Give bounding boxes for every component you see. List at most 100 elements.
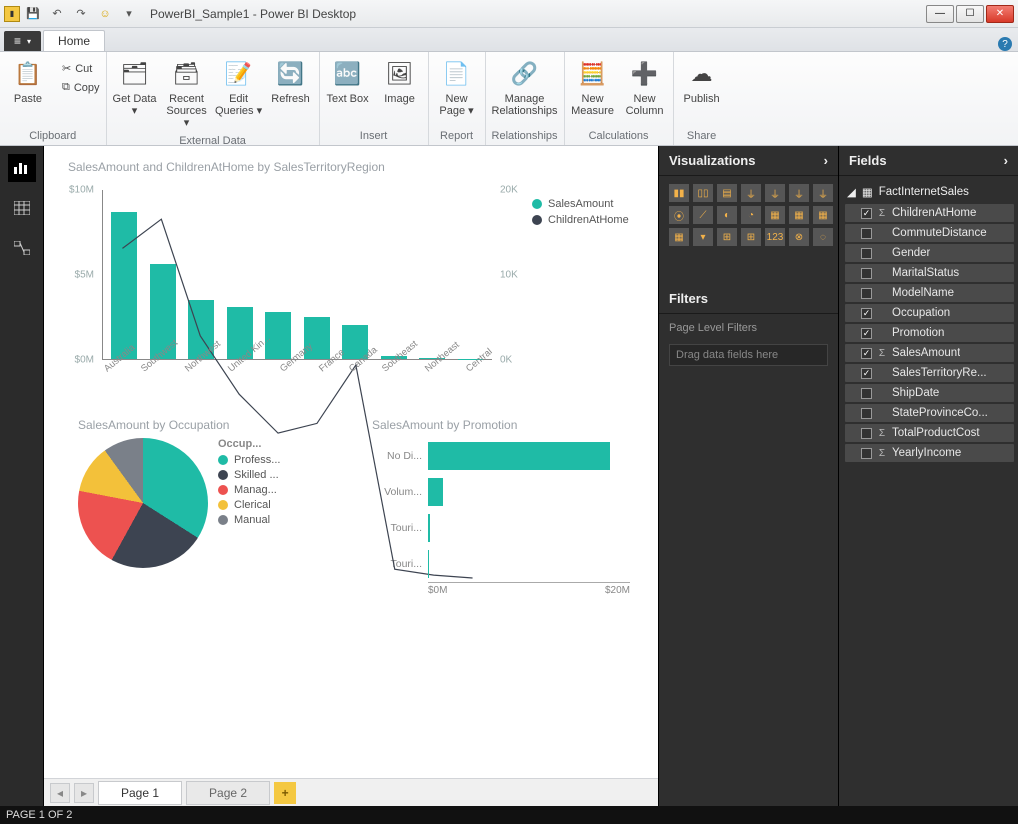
field-SalesTerritoryRe...[interactable]: SalesTerritoryRe... — [845, 364, 1014, 382]
chart-combo[interactable]: $10M$5M$0M 20K10K0K AustraliaSouthwestNo… — [64, 180, 644, 390]
viz-type-14[interactable]: ▦ — [669, 228, 689, 246]
new-column-button[interactable]: ➕New Column — [619, 54, 671, 121]
text-box-button[interactable]: 🔤Text Box — [322, 54, 374, 109]
visualizations-header[interactable]: Visualizations› — [659, 146, 838, 176]
viz-type-11[interactable]: ▦ — [765, 206, 785, 224]
publish-button[interactable]: ☁Publish — [676, 54, 728, 109]
checkbox-icon[interactable] — [861, 448, 872, 459]
chart1-title: SalesAmount and ChildrenAtHome by SalesT… — [68, 160, 644, 174]
checkbox-icon[interactable] — [861, 408, 872, 419]
viz-type-5[interactable]: ⏚ — [789, 184, 809, 202]
model-view-button[interactable] — [8, 234, 36, 262]
viz-type-12[interactable]: ▦ — [789, 206, 809, 224]
viz-type-9[interactable]: ◐ — [717, 206, 737, 224]
file-menu-button[interactable]: ≡ — [4, 31, 41, 51]
field-YearlyIncome[interactable]: Σ YearlyIncome — [845, 444, 1014, 462]
get-data-button[interactable]: 🗂Get Data ▾ — [109, 54, 161, 121]
add-page-button[interactable]: + — [274, 782, 296, 804]
page-tab-1[interactable]: Page 1 — [98, 781, 182, 805]
checkbox-icon[interactable] — [861, 288, 872, 299]
checkbox-icon[interactable] — [861, 228, 872, 239]
filters-header[interactable]: Filters — [659, 284, 838, 314]
viz-type-4[interactable]: ⏚ — [765, 184, 785, 202]
window-title: PowerBI_Sample1 - Power BI Desktop — [150, 7, 356, 21]
sigma-icon: Σ — [877, 448, 887, 459]
viz-type-8[interactable]: ⟋ — [693, 206, 713, 224]
copy-button[interactable]: ⧉Copy — [58, 79, 104, 96]
checkbox-icon[interactable] — [861, 368, 872, 379]
checkbox-icon[interactable] — [861, 388, 872, 399]
field-Promotion[interactable]: Promotion — [845, 324, 1014, 342]
undo-icon[interactable]: ↶ — [48, 5, 66, 23]
viz-type-17[interactable]: ⊞ — [741, 228, 761, 246]
redo-icon[interactable]: ↷ — [72, 5, 90, 23]
checkbox-icon[interactable] — [861, 308, 872, 319]
checkbox-icon[interactable] — [861, 348, 872, 359]
checkbox-icon[interactable] — [861, 248, 872, 259]
viz-type-2[interactable]: ▤ — [717, 184, 737, 202]
field-ChildrenAtHome[interactable]: ΣChildrenAtHome — [845, 204, 1014, 222]
page-level-filters-label: Page Level Filters — [669, 322, 828, 334]
field-SalesAmount[interactable]: ΣSalesAmount — [845, 344, 1014, 362]
manage-relationships-button[interactable]: 🔗Manage Relationships — [488, 54, 562, 121]
field-ModelName[interactable]: ModelName — [845, 284, 1014, 302]
filters-drop-zone[interactable]: Drag data fields here — [669, 344, 828, 366]
field-MaritalStatus[interactable]: MaritalStatus — [845, 264, 1014, 282]
new-measure-button[interactable]: 🧮New Measure — [567, 54, 619, 121]
refresh-button[interactable]: 🔄Refresh — [265, 54, 317, 109]
checkbox-icon[interactable] — [861, 208, 872, 219]
data-view-button[interactable] — [8, 194, 36, 222]
viz-type-6[interactable]: ⏚ — [813, 184, 833, 202]
scissors-icon: ✂ — [62, 62, 71, 75]
checkbox-icon[interactable] — [861, 268, 872, 279]
report-view-button[interactable] — [8, 154, 36, 182]
viz-type-15[interactable]: ▾ — [693, 228, 713, 246]
fields-table-row[interactable]: ◢ ▦ FactInternetSales — [845, 182, 1014, 202]
maximize-button[interactable]: ☐ — [956, 5, 984, 23]
recent-sources-button[interactable]: 🗃Recent Sources ▾ — [161, 54, 213, 133]
fields-header[interactable]: Fields› — [839, 146, 1018, 176]
field-label: SalesAmount — [892, 347, 960, 359]
field-ShipDate[interactable]: ShipDate — [845, 384, 1014, 402]
field-Occupation[interactable]: Occupation — [845, 304, 1014, 322]
edit-queries-button[interactable]: 📝Edit Queries ▾ — [213, 54, 265, 121]
checkbox-icon[interactable] — [861, 428, 872, 439]
paste-button[interactable]: 📋Paste — [2, 54, 54, 109]
field-Gender[interactable]: Gender — [845, 244, 1014, 262]
save-icon[interactable]: 💾 — [24, 5, 42, 23]
field-StateProvinceCo...[interactable]: StateProvinceCo... — [845, 404, 1014, 422]
tab-home[interactable]: Home — [43, 30, 105, 51]
field-label: Gender — [892, 247, 930, 259]
field-CommuteDistance[interactable]: CommuteDistance — [845, 224, 1014, 242]
page-tab-2[interactable]: Page 2 — [186, 781, 270, 805]
viz-type-13[interactable]: ▦ — [813, 206, 833, 224]
viz-type-3[interactable]: ⏚ — [741, 184, 761, 202]
viz-type-10[interactable]: ◔ — [741, 206, 761, 224]
page-next-button[interactable]: ▸ — [74, 783, 94, 803]
view-rail — [0, 146, 44, 806]
minimize-button[interactable]: — — [926, 5, 954, 23]
help-icon[interactable]: ? — [998, 37, 1012, 51]
field-label: YearlyIncome — [892, 447, 961, 459]
viz-type-20[interactable]: ◌ — [813, 228, 833, 246]
checkbox-icon[interactable] — [861, 328, 872, 339]
viz-type-1[interactable]: ▯▯ — [693, 184, 713, 202]
viz-type-0[interactable]: ▮▮ — [669, 184, 689, 202]
field-TotalProductCost[interactable]: ΣTotalProductCost — [845, 424, 1014, 442]
page-prev-button[interactable]: ◂ — [50, 783, 70, 803]
cut-button[interactable]: ✂Cut — [58, 60, 104, 77]
qat-smiley-icon[interactable]: ☺ — [96, 5, 114, 23]
viz-type-16[interactable]: ⊞ — [717, 228, 737, 246]
viz-type-18[interactable]: 123 — [765, 228, 785, 246]
group-share: Share — [676, 128, 728, 145]
viz-type-7[interactable]: ⦿ — [669, 206, 689, 224]
collapse-icon: ◢ — [847, 185, 856, 199]
close-button[interactable]: ✕ — [986, 5, 1014, 23]
viz-type-19[interactable]: ⊗ — [789, 228, 809, 246]
ribbon-tabs: ≡ Home ? — [0, 28, 1018, 52]
qat-dropdown-icon[interactable]: ▾ — [120, 5, 138, 23]
report-canvas[interactable]: SalesAmount and ChildrenAtHome by SalesT… — [44, 146, 658, 778]
image-button[interactable]: 🖼Image — [374, 54, 426, 109]
group-insert: Insert — [322, 128, 426, 145]
new-page-button[interactable]: 📄New Page ▾ — [431, 54, 483, 121]
